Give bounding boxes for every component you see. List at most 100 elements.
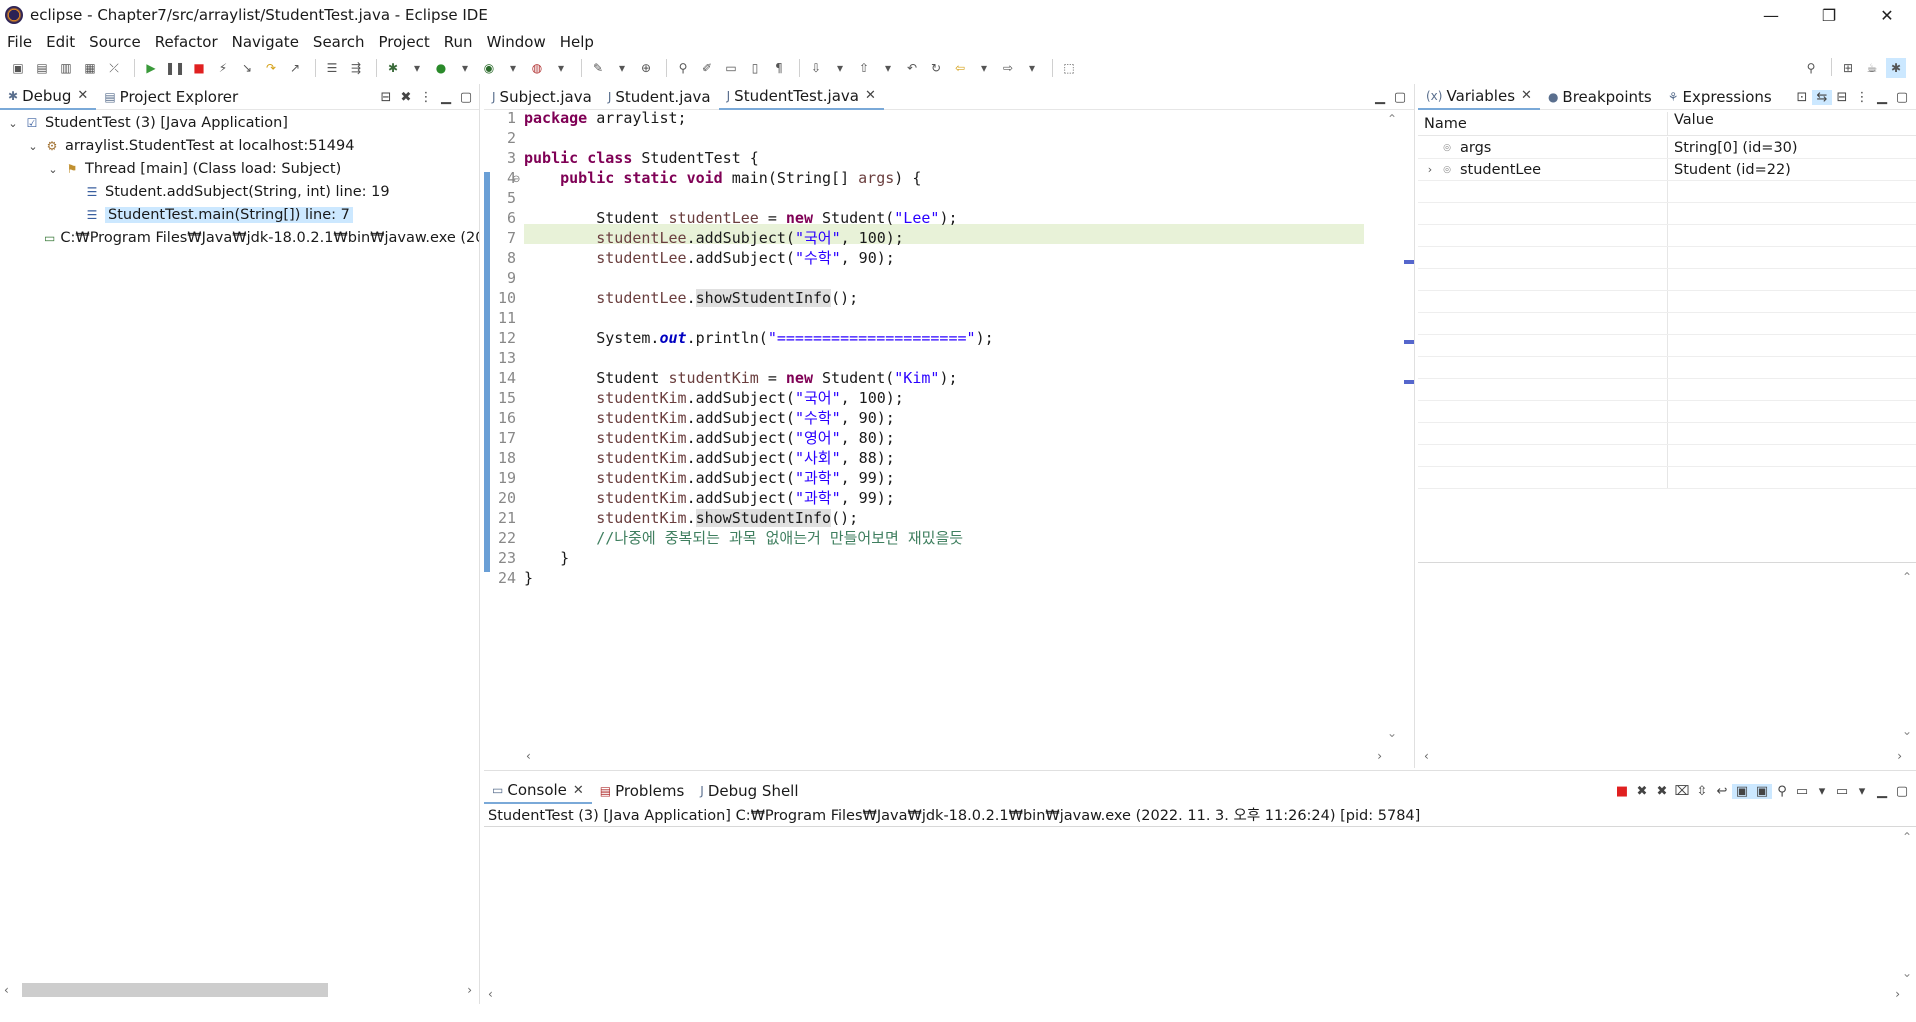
minimize-view-icon[interactable]: ▁ [1872,90,1892,105]
scroll-left-icon[interactable]: ‹ [4,983,9,997]
code-line[interactable]: 23 } [484,548,1364,568]
code-line[interactable]: 3 public class StudentTest { [484,148,1364,168]
chevron-down-icon[interactable]: ⌄ [6,117,20,130]
chevron-down-icon[interactable]: ⌄ [26,140,40,153]
tab-variables[interactable]: (x) Variables ✕ [1418,83,1540,110]
scroll-thumb[interactable] [22,983,328,997]
dropdown-icon[interactable]: ▾ [1022,58,1042,78]
console-output-area[interactable] [484,826,1916,986]
scroll-right-icon[interactable]: › [1895,987,1900,1001]
menu-source[interactable]: Source [82,33,148,51]
pen-icon[interactable]: ✐ [697,58,717,78]
open-perspective-icon[interactable]: ⊞ [1838,58,1858,78]
dropdown-icon[interactable]: ▾ [455,58,475,78]
code-line[interactable]: 6 Student studentLee = new Student("Lee"… [484,208,1364,228]
tree-item-thread[interactable]: ⌄ ⚑ Thread [main] (Class load: Subject) [46,158,341,180]
dropdown-icon[interactable]: ▾ [974,58,994,78]
code-line[interactable]: 14 Student studentKim = new Student("Kim… [484,368,1364,388]
variable-row[interactable] [1418,423,1916,445]
run-icon[interactable]: ● [431,58,451,78]
dropdown-icon[interactable]: ▾ [551,58,571,78]
chevron-right-icon[interactable]: › [1422,163,1438,176]
scroll-up-icon[interactable]: ⌃ [1902,830,1912,844]
minimize-button[interactable]: — [1742,0,1800,30]
menu-search[interactable]: Search [306,33,372,51]
save-all-icon[interactable]: ▥ [56,58,76,78]
maximize-view-icon[interactable]: ▢ [456,90,476,105]
search-toolbar-icon[interactable]: ⚲ [673,58,693,78]
view-menu-icon[interactable]: ⋮ [416,90,436,105]
scroll-down-icon[interactable]: ⌄ [1902,966,1912,980]
column-header-name[interactable]: Name [1418,112,1668,135]
resume-icon[interactable]: ▶ [141,58,161,78]
code-line[interactable]: 10 studentLee.showStudentInfo(); [484,288,1364,308]
code-line[interactable]: 5 [484,188,1364,208]
drop-to-frame-icon[interactable]: ☰ [322,58,342,78]
step-into-icon[interactable]: ↘ [237,58,257,78]
next-annotation-icon[interactable]: ⇩ [806,58,826,78]
tree-item-process[interactable]: ▭ C:₩Program Files₩Java₩jdk-18.0.2.1₩bin… [40,227,480,249]
close-window-button[interactable]: ✕ [1858,0,1916,30]
variable-row[interactable]: › ◎ studentLee Student (id=22) [1418,159,1916,181]
show-whitespace-icon[interactable]: ¶ [769,58,789,78]
tree-item-stack-frame[interactable]: ☰ Student.addSubject(String, int) line: … [80,181,390,203]
close-icon[interactable]: ✕ [865,88,876,103]
java-perspective-icon[interactable]: ☕ [1862,58,1882,78]
variable-row[interactable] [1418,379,1916,401]
disconnect-icon[interactable]: ⚡ [213,58,233,78]
code-line[interactable]: 18 studentKim.addSubject("사회", 88); [484,448,1364,468]
code-line[interactable]: 19 studentKim.addSubject("과학", 99); [484,468,1364,488]
skip-breakpoints-icon[interactable]: ⤫ [104,58,124,78]
code-line[interactable]: 15 studentKim.addSubject("국어", 100); [484,388,1364,408]
variable-row[interactable] [1418,401,1916,423]
variable-row[interactable] [1418,291,1916,313]
variable-row[interactable] [1418,225,1916,247]
debug-run-icon[interactable]: ✱ [383,58,403,78]
code-line[interactable]: 24} [484,568,1364,588]
variable-row[interactable] [1418,313,1916,335]
variable-row[interactable] [1418,467,1916,489]
show-logical-structure-icon[interactable]: ⇆ [1812,89,1832,105]
close-icon[interactable]: ✕ [1521,88,1532,103]
variable-row[interactable] [1418,445,1916,467]
dropdown-icon[interactable]: ▾ [1812,784,1832,799]
word-wrap-icon[interactable]: ▯ [745,58,765,78]
new-icon[interactable]: ▣ [8,58,28,78]
terminate-icon[interactable]: ■ [189,58,209,78]
code-line[interactable]: 11 [484,308,1364,328]
open-type-icon[interactable]: ⊕ [636,58,656,78]
remove-terminated-icon[interactable]: ✖ [396,90,416,105]
collapse-all-icon[interactable]: ⊟ [1832,90,1852,105]
scroll-right-icon[interactable]: › [467,983,472,997]
code-line[interactable]: 16 studentKim.addSubject("수학", 90); [484,408,1364,428]
minimize-view-icon[interactable]: ▁ [1370,90,1390,105]
collapse-all-icon[interactable]: ⊟ [376,90,396,105]
code-line[interactable]: 7 studentLee.addSubject("국어", 100); [484,228,1364,248]
menu-refactor[interactable]: Refactor [148,33,225,51]
pin-console-icon[interactable]: ⚲ [1772,784,1792,799]
tab-expressions[interactable]: ⚘ Expressions [1660,84,1780,110]
search-icon[interactable]: ⚲ [1801,58,1821,78]
scroll-right-icon[interactable]: › [1377,749,1382,763]
annotation-marker[interactable] [1404,340,1414,344]
word-wrap-icon[interactable]: ↩ [1712,784,1732,799]
tab-breakpoints[interactable]: ● Breakpoints [1540,84,1660,110]
dropdown-icon[interactable]: ▾ [612,58,632,78]
tab-project-explorer[interactable]: ▤ Project Explorer [96,84,246,110]
scroll-down-icon[interactable]: ⌄ [1387,726,1397,740]
console-icon[interactable]: ▦ [80,58,100,78]
tab-student-java[interactable]: J Student.java [600,84,719,110]
column-header-value[interactable]: Value [1668,112,1714,135]
scroll-right-icon[interactable]: › [1897,749,1902,763]
tab-subject-java[interactable]: J Subject.java [484,84,600,110]
scroll-left-icon[interactable]: ‹ [488,987,493,1001]
code-line[interactable]: 22 //나중에 중복되는 과목 없애는거 만들어보면 재밌을듯 [484,528,1364,548]
step-return-icon[interactable]: ↗ [285,58,305,78]
prev-annotation-icon[interactable]: ⇧ [854,58,874,78]
scroll-down-icon[interactable]: ⌄ [1902,724,1912,738]
clear-console-icon[interactable]: ⌧ [1672,784,1692,799]
variable-row[interactable] [1418,269,1916,291]
scroll-left-icon[interactable]: ‹ [526,749,531,763]
code-line[interactable]: 21 studentKim.showStudentInfo(); [484,508,1364,528]
tab-console[interactable]: ▭ Console ✕ [484,778,592,804]
